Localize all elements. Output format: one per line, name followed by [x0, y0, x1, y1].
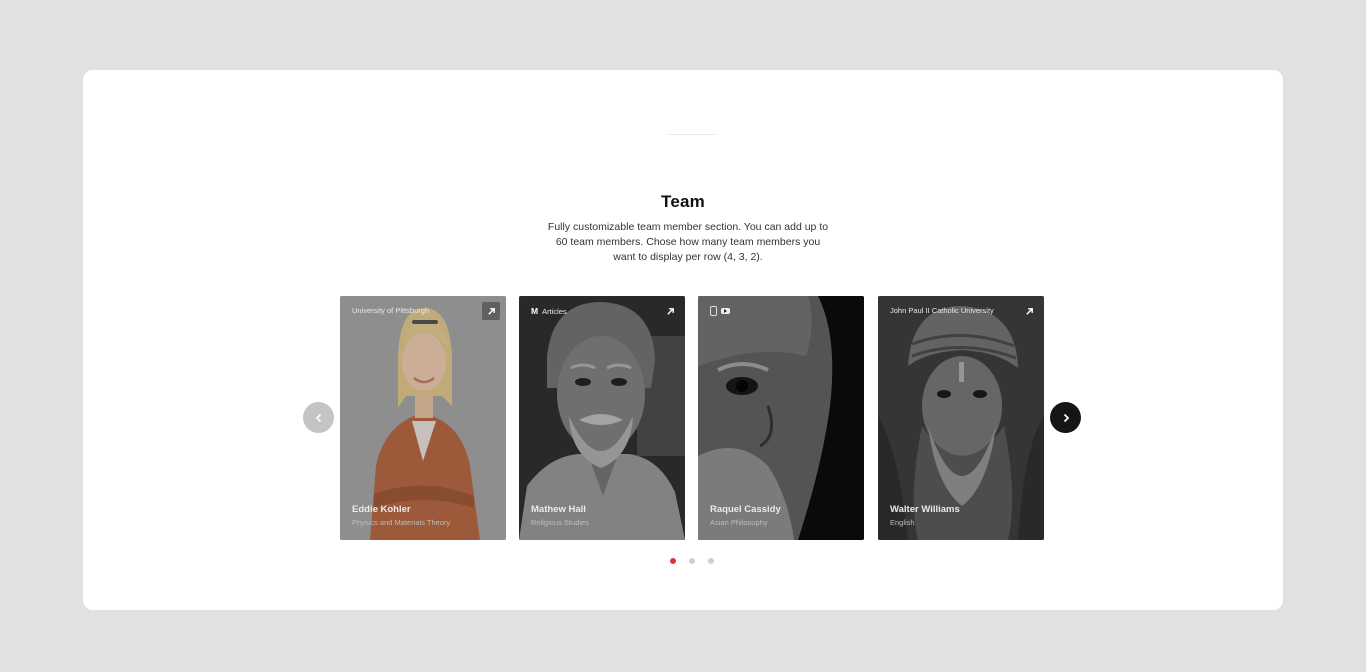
section-divider [669, 134, 715, 135]
medium-icon: M [531, 306, 539, 316]
carousel-dot[interactable] [670, 558, 676, 564]
team-card[interactable]: Raquel Cassidy Asian Philosophy [698, 296, 864, 540]
member-role: Religious Studies [531, 518, 589, 527]
carousel-dot[interactable] [689, 558, 695, 564]
member-name: Raquel Cassidy [710, 504, 781, 515]
card-social-icons [710, 306, 730, 316]
member-role: English [890, 518, 915, 527]
chevron-left-icon [315, 413, 321, 422]
card-affiliation: University of Pittsburgh [352, 306, 430, 315]
carousel-prev-button[interactable] [303, 402, 334, 433]
member-name: Walter Williams [890, 504, 960, 515]
external-link-icon[interactable] [482, 302, 500, 320]
team-section: Team Fully customizable team member sect… [83, 70, 1283, 610]
card-affiliation: M Articles [531, 306, 567, 316]
instagram-icon[interactable] [710, 306, 717, 316]
member-name: Eddie Kohler [352, 504, 411, 515]
team-card[interactable]: John Paul II Catholic University Walter … [878, 296, 1044, 540]
section-description: Fully customizable team member section. … [547, 221, 829, 264]
team-card[interactable]: University of Pittsburgh Eddie Kohler Ph… [340, 296, 506, 540]
team-card[interactable]: M Articles Mathew Hall Religious Studies [519, 296, 685, 540]
card-affiliation: John Paul II Catholic University [890, 306, 994, 315]
section-title: Team [661, 192, 705, 211]
external-link-icon[interactable] [661, 302, 679, 320]
youtube-icon[interactable] [721, 308, 730, 314]
external-link-icon[interactable] [1020, 302, 1038, 320]
member-name: Mathew Hall [531, 504, 586, 515]
chevron-right-icon [1063, 413, 1069, 422]
carousel-pagination [670, 558, 714, 564]
carousel-next-button[interactable] [1050, 402, 1081, 433]
carousel-dot[interactable] [708, 558, 714, 564]
member-role: Physics and Materials Theory [352, 518, 451, 527]
member-role: Asian Philosophy [710, 518, 768, 527]
